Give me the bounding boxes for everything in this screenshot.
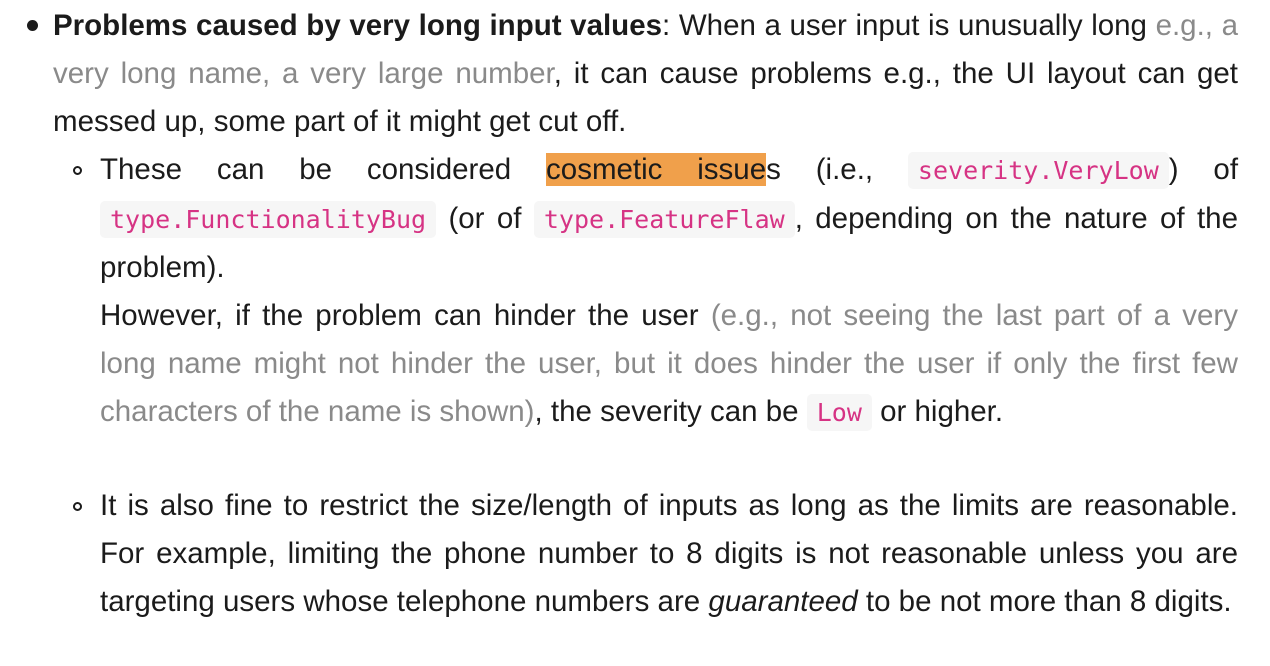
item-text: : When a user input is unusually long bbox=[662, 9, 1156, 42]
item-text: s (i.e., bbox=[766, 153, 908, 186]
bullet-circle-icon bbox=[73, 502, 82, 511]
code-type-functionalitybug: type.FunctionalityBug bbox=[100, 201, 437, 238]
item-text: (or of bbox=[436, 202, 534, 235]
item-text: , the severity can be bbox=[534, 395, 807, 428]
sub-item-restrict-inputs: It is also fine to restrict the size/len… bbox=[100, 482, 1238, 626]
bullet-disc-icon bbox=[27, 20, 38, 31]
item-text: or higher. bbox=[871, 395, 1004, 428]
document-page: Problems caused by very long input value… bbox=[0, 0, 1270, 666]
paragraph-however: However, if the problem can hinder the u… bbox=[100, 292, 1238, 437]
item-text: ) of bbox=[1168, 153, 1239, 186]
code-severity-verylow: severity.VeryLow bbox=[907, 152, 1169, 189]
sub-item-cosmetic: These can be considered cosmetic issues … bbox=[100, 146, 1238, 437]
list-item-long-inputs: Problems caused by very long input value… bbox=[53, 2, 1238, 146]
code-low: Low bbox=[806, 394, 872, 431]
bullet-circle-icon bbox=[73, 166, 82, 175]
item-text: These can be considered bbox=[100, 153, 547, 186]
emphasis-text: guaranteed bbox=[708, 585, 858, 618]
code-type-featureflaw: type.FeatureFlaw bbox=[533, 201, 795, 238]
item-text: to be not more than 8 digits. bbox=[857, 585, 1232, 618]
item-text: However, if the problem can hinder the u… bbox=[100, 299, 711, 332]
item-heading: Problems caused by very long input value… bbox=[53, 9, 663, 42]
highlighted-text: cosmetic issue bbox=[546, 153, 767, 186]
